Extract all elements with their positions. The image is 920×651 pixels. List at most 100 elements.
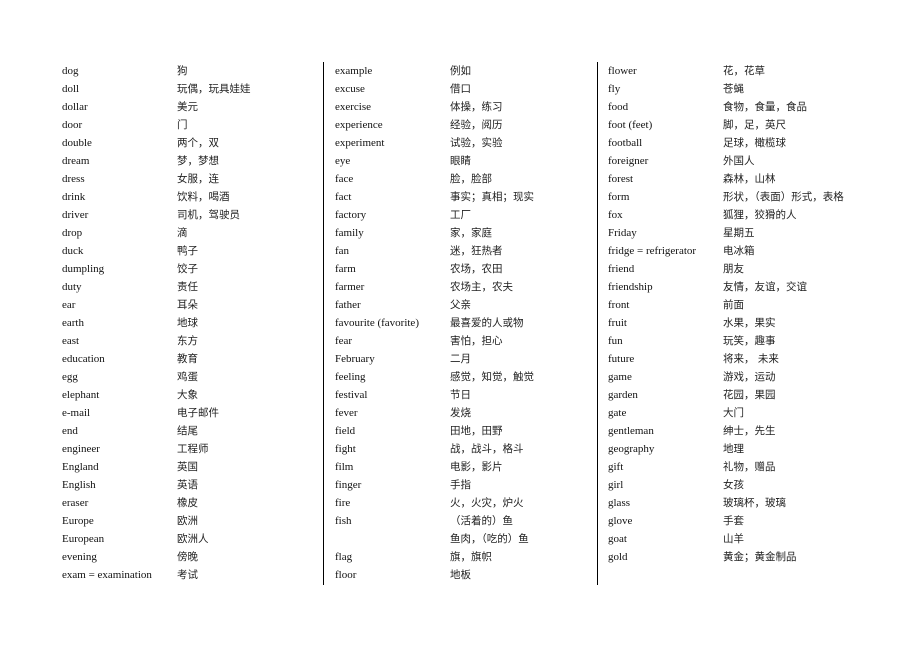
chinese-meaning: 脚，足，英尺 [723, 119, 786, 131]
english-word: fridge = refrigerator [608, 245, 697, 257]
vocabulary-column-3: flower 花，花草 fly 苍蝇 food 食物，食量，食品 foot (feet) 脚，… [608, 62, 873, 566]
chinese-meaning: 结尾 [177, 425, 198, 437]
english-word: example [335, 65, 373, 77]
vocab-entry: elephant 大象 [62, 386, 327, 404]
english-word: ear [62, 299, 76, 311]
chinese-meaning: 前面 [723, 299, 744, 311]
vocab-entry: fridge = refrigerator 电冰箱 [608, 242, 873, 260]
chinese-meaning: 借口 [450, 83, 471, 95]
vocab-entry: Europe 欧洲 [62, 512, 327, 530]
chinese-meaning: 二月 [450, 353, 471, 365]
vocab-entry: girl 女孩 [608, 476, 873, 494]
chinese-meaning: 将来， 未来 [723, 353, 779, 365]
vocab-entry: floor 地板 [335, 566, 600, 584]
vocab-entry: drop 滴 [62, 224, 327, 242]
vocab-entry: film 电影，影片 [335, 458, 600, 476]
chinese-meaning: 饮料，喝酒 [177, 191, 230, 203]
english-word: evening [62, 551, 97, 563]
english-word: friend [608, 263, 635, 275]
english-word: fear [335, 335, 353, 347]
vocab-entry: glass 玻璃杯，玻璃 [608, 494, 873, 512]
english-word: food [608, 101, 629, 113]
chinese-meaning: 例如 [450, 65, 471, 77]
english-word: English [62, 479, 96, 491]
english-word: elephant [62, 389, 100, 401]
vocab-entry: goat 山羊 [608, 530, 873, 548]
english-word: duty [62, 281, 82, 293]
english-word: Europe [62, 515, 94, 527]
vocab-entry: Friday 星期五 [608, 224, 873, 242]
chinese-meaning: 英语 [177, 479, 198, 491]
english-word: European [62, 533, 105, 545]
vocab-entry: eye 眼睛 [335, 152, 600, 170]
english-word: dress [62, 173, 85, 185]
english-word: driver [62, 209, 89, 221]
chinese-meaning: 鱼肉，（吃的）鱼 [450, 533, 529, 545]
vocab-entry: education 教育 [62, 350, 327, 368]
english-word: flag [335, 551, 353, 563]
chinese-meaning: 星期五 [723, 227, 755, 239]
english-word: eye [335, 155, 351, 167]
vocab-entry: February 二月 [335, 350, 600, 368]
vocab-entry: egg 鸡蛋 [62, 368, 327, 386]
chinese-meaning: 农场，农田 [450, 263, 503, 275]
vocab-entry: dumpling 饺子 [62, 260, 327, 278]
english-word: east [62, 335, 80, 347]
chinese-meaning: 考试 [177, 569, 198, 581]
english-word: fact [335, 191, 352, 203]
chinese-meaning: 地板 [450, 569, 471, 581]
chinese-meaning: 山羊 [723, 533, 744, 545]
chinese-meaning: 外国人 [723, 155, 755, 167]
chinese-meaning: 美元 [177, 101, 198, 113]
vocab-entry: fox 狐狸，狡猾的人 [608, 206, 873, 224]
vocab-entry: front 前面 [608, 296, 873, 314]
vocab-entry: drink 饮料，喝酒 [62, 188, 327, 206]
english-word: factory [335, 209, 367, 221]
english-word: girl [608, 479, 624, 491]
english-word: eraser [62, 497, 89, 509]
vocab-entry: 鱼肉，（吃的）鱼 [335, 530, 600, 548]
english-word: father [335, 299, 361, 311]
vocab-entry: fruit 水果，果实 [608, 314, 873, 332]
chinese-meaning: 旗，旗帜 [450, 551, 492, 563]
chinese-meaning: 橡皮 [177, 497, 198, 509]
chinese-meaning: 东方 [177, 335, 198, 347]
chinese-meaning: 害怕，担心 [450, 335, 503, 347]
english-word: floor [335, 569, 357, 581]
chinese-meaning: 狗 [177, 65, 188, 77]
chinese-meaning: 水果，果实 [723, 317, 776, 329]
vocab-entry: dress 女服，连 [62, 170, 327, 188]
english-word: glove [608, 515, 633, 527]
english-word: exercise [335, 101, 372, 113]
english-word: experiment [335, 137, 385, 149]
chinese-meaning: 耳朵 [177, 299, 198, 311]
vocab-entry: end 结尾 [62, 422, 327, 440]
chinese-meaning: 田地，田野 [450, 425, 503, 437]
chinese-meaning: 火，火灾，炉火 [450, 497, 524, 509]
chinese-meaning: （活着的）鱼 [450, 515, 513, 527]
vocab-entry: eraser 橡皮 [62, 494, 327, 512]
chinese-meaning: 经验，阅历 [450, 119, 503, 131]
vocab-entry: gold 黄金；黄金制品 [608, 548, 873, 566]
vocab-entry: example 例如 [335, 62, 600, 80]
vocab-entry: family 家，家庭 [335, 224, 600, 242]
english-word: dollar [62, 101, 88, 113]
vocab-entry: geography 地理 [608, 440, 873, 458]
vocab-entry: dollar 美元 [62, 98, 327, 116]
vocab-entry: duty 责任 [62, 278, 327, 296]
english-word: farm [335, 263, 356, 275]
chinese-meaning: 手套 [723, 515, 744, 527]
vocab-entry: favourite (favorite) 最喜爱的人或物 [335, 314, 600, 332]
english-word: future [608, 353, 635, 365]
chinese-meaning: 玩笑，趣事 [723, 335, 776, 347]
english-word: education [62, 353, 105, 365]
english-word: fruit [608, 317, 627, 329]
vocab-entry: duck 鸭子 [62, 242, 327, 260]
vocab-entry: fire 火，火灾，炉火 [335, 494, 600, 512]
vocab-entry: fight 战，战斗，格斗 [335, 440, 600, 458]
vocab-entry: father 父亲 [335, 296, 600, 314]
chinese-meaning: 鸡蛋 [177, 371, 198, 383]
vocab-entry: engineer 工程师 [62, 440, 327, 458]
vocab-entry: exam = examination 考试 [62, 566, 327, 584]
vocab-entry: field 田地，田野 [335, 422, 600, 440]
